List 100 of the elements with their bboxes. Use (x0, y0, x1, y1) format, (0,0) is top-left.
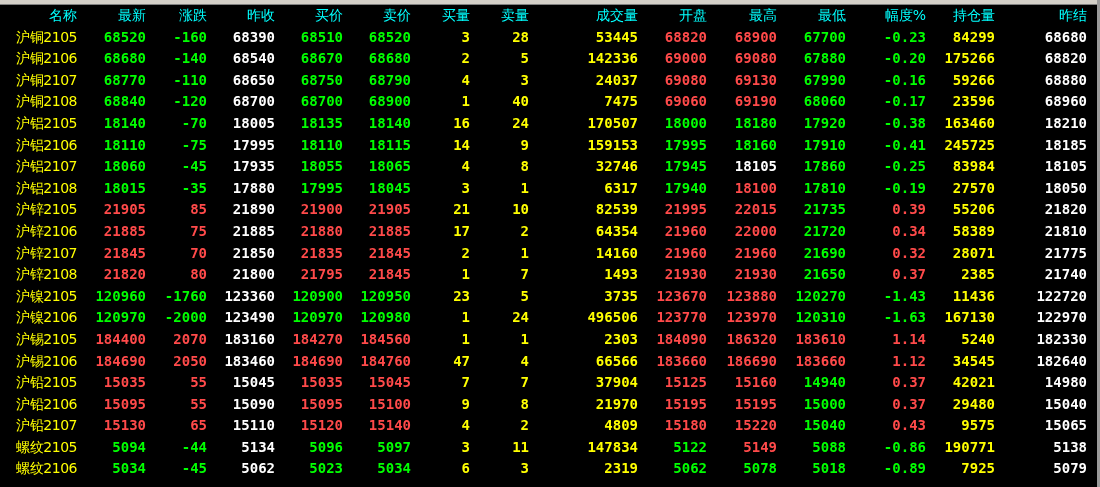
table-cell-text: 0.37 (891, 265, 926, 285)
table-cell-text: 68880 (1043, 70, 1087, 90)
table-cell-text: 1 (519, 243, 529, 263)
table-cell-text: -0.19 (882, 178, 926, 198)
column-header[interactable]: 最高 (707, 5, 777, 27)
table-cell-text: 18110 (299, 135, 343, 155)
table-cell-text: -0.17 (882, 92, 926, 112)
table-cell-text: 123490 (223, 308, 275, 328)
contract-name[interactable]: 沪铝2107 (0, 156, 77, 178)
table-cell-text: 5088 (811, 437, 846, 457)
table-cell-text: 0.32 (891, 243, 926, 263)
contract-name[interactable]: 沪铜2107 (0, 69, 77, 92)
table-cell-text: -0.89 (882, 459, 926, 479)
table-cell-text: 21 (452, 200, 470, 220)
contract-name[interactable]: 沪铅2107 (0, 415, 77, 437)
table-cell-text: 2 (519, 416, 529, 436)
contract-name[interactable]: 沪镍2105 (0, 285, 77, 308)
contract-name[interactable]: 沪铝2106 (0, 134, 77, 157)
table-cell-text: -160 (172, 27, 207, 47)
table-cell-text: 7 (460, 373, 470, 393)
table-cell-text: 182640 (1035, 351, 1087, 371)
contract-name[interactable]: 沪锌2105 (0, 199, 77, 221)
contract-name[interactable]: 沪锌2108 (0, 264, 77, 286)
table-cell-text: 21820 (1043, 200, 1087, 220)
contract-name[interactable]: 沪铜2108 (0, 91, 77, 113)
table-cell-text: 2303 (603, 329, 638, 349)
table-cell-text: 170507 (586, 113, 638, 133)
table-cell-text: 5240 (960, 329, 995, 349)
table-cell-text: 5 (519, 49, 529, 69)
contract-name[interactable]: 沪铜2105 (0, 26, 77, 49)
column-header[interactable]: 最低 (777, 5, 846, 27)
table-cell-text: 21820 (102, 265, 146, 285)
table-cell-text: 7 (519, 373, 529, 393)
table-cell-text: 21650 (802, 265, 846, 285)
column-header[interactable]: 最新 (77, 5, 146, 27)
table-cell-text: 21960 (733, 243, 777, 263)
contract-name[interactable]: 沪铜2106 (0, 48, 77, 70)
table-cell-text: 67990 (802, 70, 846, 90)
table-cell-text: 68790 (367, 70, 411, 90)
table-cell-text: 37904 (594, 373, 638, 393)
column-header[interactable]: 开盘 (638, 5, 707, 27)
table-cell-text: 120900 (291, 286, 343, 306)
table-cell-text: 142336 (586, 49, 638, 69)
table-cell-text: 21970 (594, 394, 638, 414)
contract-name[interactable]: 沪锡2105 (0, 328, 77, 351)
table-cell-text: 68900 (367, 92, 411, 112)
table-cell-text: 5096 (308, 437, 343, 457)
table-cell-text: 3 (460, 178, 470, 198)
table-cell-text: 18180 (733, 113, 777, 133)
column-header[interactable]: 涨跌 (146, 5, 207, 27)
table-cell-text: 15160 (733, 373, 777, 393)
contract-name[interactable]: 沪镍2106 (0, 307, 77, 329)
contract-name[interactable]: 沪锌2106 (0, 220, 77, 243)
column-header[interactable]: 昨收 (207, 5, 275, 27)
contract-name[interactable]: 沪铝2108 (0, 177, 77, 200)
contract-name[interactable]: 螺纹2106 (0, 458, 77, 481)
contract-name[interactable]: 螺纹2105 (0, 436, 77, 459)
table-cell-text: -45 (180, 459, 207, 479)
column-header[interactable]: 昨结 (995, 5, 1087, 27)
table-cell-text: 1493 (603, 265, 638, 285)
table-cell-text: 85 (189, 200, 207, 220)
table-cell-text: 66566 (594, 351, 638, 371)
table-cell-text: 15140 (367, 416, 411, 436)
table-cell-text: 15195 (663, 394, 707, 414)
table-cell-text: 68900 (733, 27, 777, 47)
table-cell-text: 5034 (376, 459, 411, 479)
table-cell-text: 15095 (299, 394, 343, 414)
contract-name[interactable]: 沪铝2105 (0, 112, 77, 135)
table-cell-text: -70 (180, 113, 207, 133)
contract-name[interactable]: 沪铅2106 (0, 393, 77, 416)
column-header[interactable]: 名称 (0, 5, 77, 27)
table-cell-text: 15035 (299, 373, 343, 393)
table-cell-text: 184690 (94, 351, 146, 371)
column-header[interactable]: 持仓量 (926, 5, 995, 27)
table-cell-text: 10 (511, 200, 529, 220)
table-cell-text: 5062 (240, 459, 275, 479)
table-cell-text: 9575 (960, 416, 995, 436)
table-cell-text: 184090 (655, 329, 707, 349)
table-cell-text: 17940 (663, 178, 707, 198)
table-cell-text: 18055 (299, 157, 343, 177)
table-cell-text: 7925 (960, 459, 995, 479)
column-header[interactable]: 幅度% (846, 5, 926, 27)
table-cell-text: 18210 (1043, 113, 1087, 133)
contract-name[interactable]: 沪锌2107 (0, 242, 77, 265)
table-cell-text: 68700 (299, 92, 343, 112)
table-cell-text: 120970 (94, 308, 146, 328)
table-cell-text: -0.41 (882, 135, 926, 155)
column-header[interactable]: 卖量 (470, 5, 529, 27)
column-header[interactable]: 成交量 (529, 5, 638, 27)
table-cell-text: 27570 (951, 178, 995, 198)
table-cell-text: 18185 (1043, 135, 1087, 155)
column-header[interactable]: 买价 (275, 5, 343, 27)
table-cell-text: 21850 (231, 243, 275, 263)
column-header[interactable]: 买量 (411, 5, 470, 27)
contract-name[interactable]: 沪铅2105 (0, 372, 77, 394)
contract-name[interactable]: 沪锡2106 (0, 350, 77, 373)
table-cell-text: 14160 (594, 243, 638, 263)
column-header[interactable]: 卖价 (343, 5, 411, 27)
table-cell-text: 40 (511, 92, 529, 112)
table-cell-text: 18135 (299, 113, 343, 133)
